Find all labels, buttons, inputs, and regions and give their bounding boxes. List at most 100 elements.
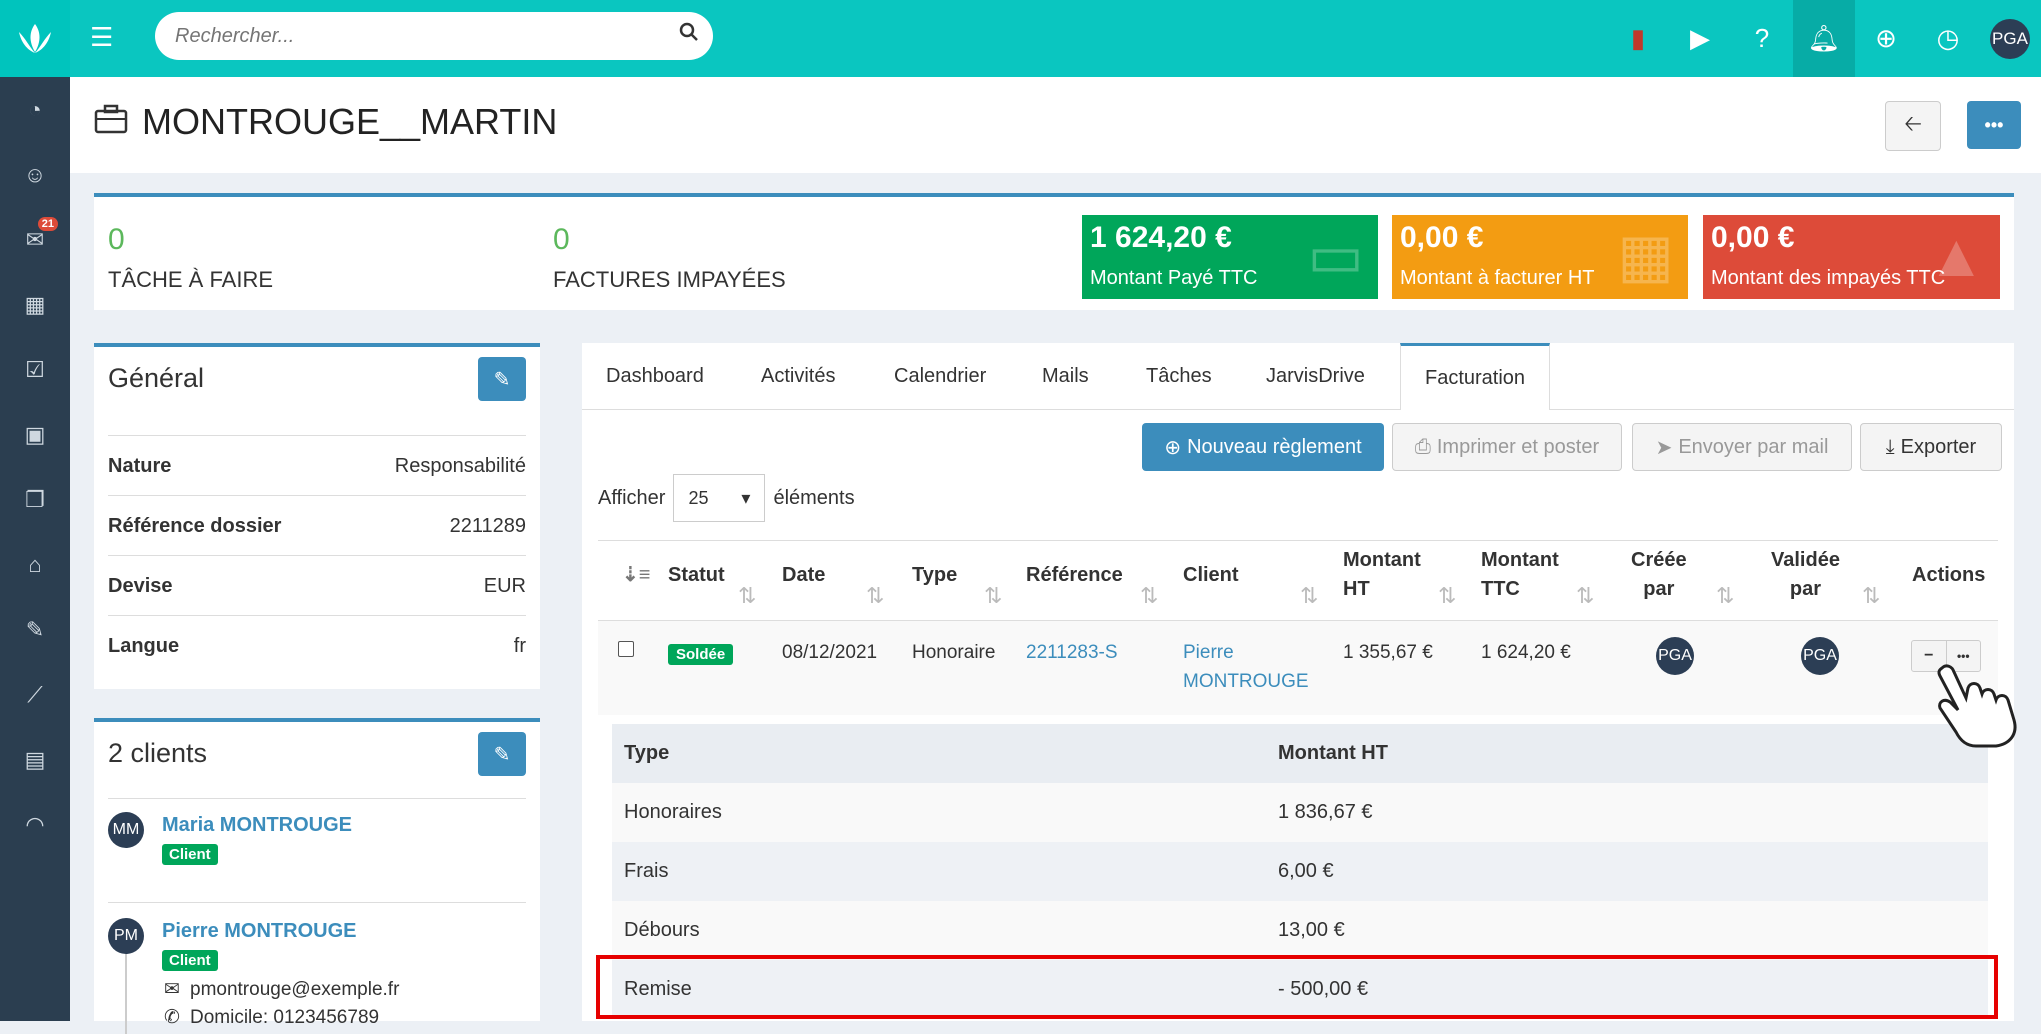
sort-icon[interactable]: ⇅ <box>866 583 884 609</box>
lotus-logo-icon <box>19 23 51 53</box>
paid-amount-tile: 1 624,20 € Montant Payé TTC ▭ <box>1082 215 1378 299</box>
sidebar-item-dashboard[interactable]: ◔ <box>0 77 70 142</box>
invoice-client-link[interactable]: Pierre MONTROUGE <box>1183 638 1309 696</box>
edit-general-button[interactable]: ✎ <box>478 357 526 401</box>
column-header-amount-ht[interactable]: Montant HT <box>1343 540 1421 610</box>
invoice-type: Honoraire <box>912 642 996 663</box>
general-panel: Général ✎ Nature Responsabilité Référenc… <box>94 343 540 689</box>
column-header-client[interactable]: Client <box>1183 540 1239 610</box>
client-name-link[interactable]: Pierre MONTROUGE <box>162 920 356 943</box>
tab-activities[interactable]: Activités <box>761 343 835 409</box>
client-name-link[interactable]: Maria MONTROUGE <box>162 814 352 837</box>
general-row-nature: Nature Responsabilité <box>108 435 526 496</box>
sidebar-item-stats[interactable]: ⟋ <box>0 662 70 727</box>
invoice-reference-link[interactable]: 2211283-S <box>1026 638 1118 667</box>
new-payment-button[interactable]: ⊕ Nouveau règlement <box>1142 423 1384 471</box>
sidebar-item-edit[interactable]: ✎ <box>0 597 70 662</box>
envelope-icon: ✉ <box>164 979 180 1000</box>
sidebar-item-tasks[interactable]: ☑ <box>0 337 70 402</box>
help-icon[interactable]: ? <box>1731 0 1793 77</box>
pencil-icon: ✎ <box>493 368 511 391</box>
sidebar-item-contacts[interactable]: ☺ <box>0 142 70 207</box>
search-icon[interactable] <box>679 22 699 48</box>
client-badge: Client <box>162 844 218 865</box>
sort-icon[interactable]: ⇅ <box>738 583 756 609</box>
page-size-select[interactable]: 25 ▾ <box>673 474 766 522</box>
tab-mails[interactable]: Mails <box>1042 343 1089 409</box>
user-avatar[interactable]: PGA <box>1979 0 2041 77</box>
general-row-language: Langue fr <box>108 615 526 676</box>
column-header-validated-by[interactable]: Validée par <box>1771 540 1840 610</box>
edit-icon: ✎ <box>25 616 45 642</box>
edit-clients-button[interactable]: ✎ <box>478 732 526 776</box>
status-badge: Soldée <box>668 644 734 665</box>
tab-tasks[interactable]: Tâches <box>1146 343 1212 409</box>
sidebar-item-cases[interactable]: ▣ <box>0 402 70 467</box>
detail-col-type: Type <box>624 742 670 764</box>
money-icon: ▭ <box>1307 222 1364 289</box>
sidebar-item-documents[interactable]: ❐ <box>0 467 70 532</box>
menu-toggle-icon[interactable]: ☰ <box>90 22 113 53</box>
column-header-status[interactable]: Statut <box>668 540 725 610</box>
avatar: PGA <box>1656 637 1694 675</box>
video-camera-icon[interactable]: ▶ <box>1669 0 1731 77</box>
bell-icon[interactable]: 🔔︎ <box>1793 0 1855 77</box>
tasks-count: 0 <box>108 223 125 256</box>
send-mail-button[interactable]: ➤ Envoyer par mail <box>1632 423 1852 471</box>
client-email[interactable]: ✉ pmontrouge@exemple.fr <box>164 978 399 1001</box>
more-options-button[interactable]: ••• <box>1967 101 2021 149</box>
unpaid-amount-tile: 0,00 € Montant des impayés TTC ▲ <box>1703 215 2000 299</box>
tab-billing[interactable]: Facturation <box>1400 343 1551 410</box>
detail-row: Honoraires 1 836,67 € <box>612 783 1988 842</box>
sidebar-item-calculator[interactable]: ▤ <box>0 727 70 792</box>
sort-icon[interactable]: ⇅ <box>1716 583 1734 609</box>
topbar: ☰ ▮ ▶ ? 🔔︎ ⊕ ◷ PGA <box>70 0 2041 77</box>
search-input[interactable] <box>173 23 657 49</box>
invoice-amount-ht: 1 355,67 € <box>1343 642 1433 663</box>
paper-plane-icon: ➤ <box>1655 436 1673 459</box>
arrow-left-icon: 🡠 <box>1904 111 1922 136</box>
sort-icon[interactable]: ⇅ <box>1862 583 1880 609</box>
column-header-date[interactable]: Date <box>782 540 825 610</box>
export-button[interactable]: ⤓ Exporter <box>1860 423 2002 471</box>
column-header-created-by[interactable]: Créée par <box>1631 540 1687 610</box>
app-logo[interactable] <box>0 0 70 77</box>
contacts-icon: ☺ <box>23 161 47 187</box>
print-button[interactable]: ⎙ Imprimer et poster <box>1392 423 1622 471</box>
pencil-icon: ✎ <box>493 743 511 766</box>
download-icon: ⤓ <box>1885 435 1895 458</box>
page-title: MONTROUGE__MARTIN <box>94 101 557 143</box>
column-header-reference[interactable]: Référence <box>1026 540 1123 610</box>
sidebar-item-mails[interactable]: ✉ 21 <box>0 207 70 272</box>
luggage-icon[interactable]: ▮ <box>1607 0 1669 77</box>
clock-icon[interactable]: ◷ <box>1917 0 1979 77</box>
rss-icon: ◠ <box>25 811 45 837</box>
calendar-check-icon: ☑ <box>25 356 45 382</box>
page-header: MONTROUGE__MARTIN 🡠 ••• <box>70 77 2041 173</box>
hand-pointer-icon <box>1930 660 2030 755</box>
plus-circle-icon[interactable]: ⊕ <box>1855 0 1917 77</box>
copy-icon: ❐ <box>25 486 45 512</box>
sort-icon[interactable]: ⇅ <box>1438 583 1456 609</box>
client-item: PM Pierre MONTROUGE Client ✉ pmontrouge@e… <box>108 918 526 1034</box>
sidebar-item-feed[interactable]: ◠ <box>0 792 70 857</box>
tab-dashboard[interactable]: Dashboard <box>606 343 704 409</box>
topbar-icons: ▮ ▶ ? 🔔︎ ⊕ ◷ PGA <box>1607 0 2041 77</box>
sort-icon[interactable]: ⇅ <box>1140 583 1158 609</box>
sidebar-item-calendar[interactable]: ▦ <box>0 272 70 337</box>
column-header-type[interactable]: Type <box>912 540 957 610</box>
detail-row: Frais 6,00 € <box>612 842 1988 901</box>
general-title: Général <box>108 363 205 393</box>
back-button[interactable]: 🡠 <box>1885 101 1941 151</box>
printer-icon: ⎙ <box>1414 435 1431 458</box>
sidebar-item-billing[interactable]: ⌂ <box>0 532 70 597</box>
column-header-amount-ttc[interactable]: Montant TTC <box>1481 540 1559 610</box>
tab-calendar[interactable]: Calendrier <box>894 343 986 409</box>
row-checkbox[interactable] <box>618 641 634 657</box>
search-bar <box>155 12 713 60</box>
sort-icon[interactable]: ⇅ <box>1576 583 1594 609</box>
sort-all-icon[interactable]: ⇣≡ <box>622 540 650 610</box>
sort-icon[interactable]: ⇅ <box>984 583 1002 609</box>
sort-icon[interactable]: ⇅ <box>1300 583 1318 609</box>
tab-jarvisdrive[interactable]: JarvisDrive <box>1266 343 1365 409</box>
